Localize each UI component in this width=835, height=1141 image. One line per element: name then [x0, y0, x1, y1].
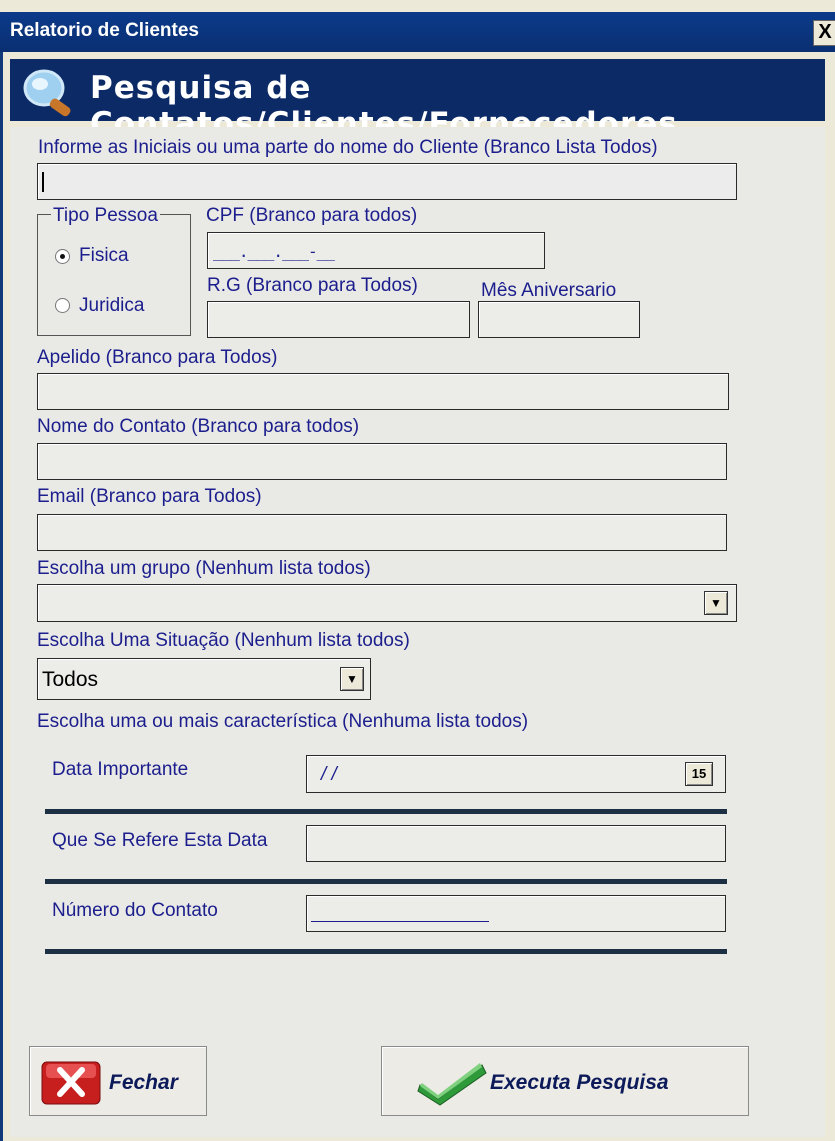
window-title: Relatorio de Clientes — [10, 20, 199, 41]
contato-input[interactable] — [37, 443, 727, 480]
calendar-icon[interactable]: 15 — [685, 762, 713, 786]
close-button[interactable]: X — [813, 20, 835, 46]
mes-aniversario-input[interactable] — [478, 301, 640, 338]
mes-aniversario-label: Mês Aniversario — [481, 280, 617, 301]
email-input[interactable] — [37, 514, 727, 551]
fechar-label: Fechar — [109, 1071, 178, 1094]
check-mark-icon — [416, 1059, 488, 1107]
tipo-pessoa-legend: Tipo Pessoa — [51, 205, 160, 227]
data-importante-label: Data Importante — [52, 759, 189, 780]
rg-label: R.G (Branco para Todos) — [207, 275, 418, 296]
cpf-mask: ___.___.___-__ — [213, 242, 335, 261]
numero-label: Número do Contato — [52, 900, 218, 921]
executa-pesquisa-label: Executa Pesquisa — [490, 1071, 669, 1094]
refere-input[interactable] — [306, 825, 726, 862]
caracteristica-label: Escolha uma ou mais característica (Nenh… — [37, 711, 529, 732]
radio-fisica-label: Fisica — [79, 245, 129, 266]
client-name-input[interactable] — [37, 163, 737, 200]
input-mask-underline — [311, 921, 489, 922]
executa-pesquisa-button[interactable]: Executa Pesquisa — [381, 1046, 749, 1116]
text-cursor — [42, 172, 44, 192]
close-x-icon — [40, 1060, 102, 1106]
data-importante-input[interactable]: / / 15 — [306, 755, 726, 793]
client-name-label: Informe as Iniciais ou uma parte do nome… — [38, 137, 658, 158]
contato-label: Nome do Contato (Branco para todos) — [37, 416, 360, 437]
email-label: Email (Branco para Todos) — [37, 486, 262, 507]
data-importante-value: / / — [321, 764, 337, 785]
rg-input[interactable] — [207, 301, 470, 338]
separator — [45, 809, 727, 814]
grupo-select[interactable]: ▼ — [37, 584, 737, 622]
chevron-down-icon[interactable]: ▼ — [340, 667, 364, 691]
separator — [45, 949, 727, 954]
tipo-pessoa-group — [37, 214, 191, 336]
situacao-select[interactable]: Todos ▼ — [37, 658, 371, 700]
numero-input[interactable] — [306, 895, 726, 932]
radio-juridica[interactable] — [55, 298, 70, 313]
situacao-label: Escolha Uma Situação (Nenhum lista todos… — [37, 630, 410, 651]
chevron-down-icon[interactable]: ▼ — [704, 591, 728, 615]
radio-juridica-label: Juridica — [79, 295, 145, 316]
radio-fisica[interactable] — [55, 249, 70, 264]
fechar-button[interactable]: Fechar — [29, 1046, 207, 1116]
separator — [45, 879, 727, 884]
grupo-label: Escolha um grupo (Nenhum lista todos) — [37, 558, 371, 579]
cpf-input[interactable]: ___.___.___-__ — [207, 232, 545, 269]
cpf-label: CPF (Branco para todos) — [206, 205, 418, 226]
refere-label: Que Se Refere Esta Data — [52, 830, 268, 851]
situacao-select-value: Todos — [42, 668, 99, 691]
apelido-input[interactable] — [37, 373, 729, 410]
search-magnifier-icon — [16, 64, 86, 118]
apelido-label: Apelido (Branco para Todos) — [37, 347, 278, 368]
